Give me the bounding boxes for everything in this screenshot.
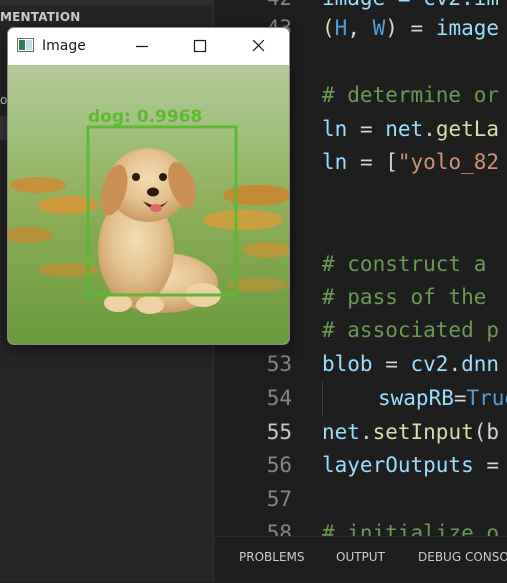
code-token: cv2 <box>410 352 449 376</box>
code-token: image = cv2.im <box>322 0 499 10</box>
maximize-button[interactable] <box>171 28 229 65</box>
code-token: . <box>448 352 462 376</box>
code-token: swapRB <box>378 386 454 410</box>
line-number: 56 <box>266 453 292 477</box>
code-token: , <box>347 16 373 40</box>
code-token: setInput <box>372 420 474 444</box>
code-token: layerOutputs <box>322 453 474 477</box>
code-comment[interactable]: # pass of the <box>322 285 499 309</box>
code-token: ) = <box>385 16 436 40</box>
code-line[interactable]: image = cv2.im <box>322 0 499 10</box>
code-line[interactable]: swapRB=True <box>378 386 507 410</box>
line-number: 58 <box>266 521 292 536</box>
explorer-header <box>0 0 213 5</box>
code-token: = <box>453 386 467 410</box>
tab-debug-console[interactable]: DEBUG CONSO <box>418 550 507 564</box>
code-token: image <box>435 16 500 40</box>
line-number: 42 <box>214 0 292 10</box>
image-canvas: dog: 0.9968 <box>8 65 289 344</box>
close-icon <box>252 39 265 52</box>
code-token: getLa <box>435 117 500 141</box>
code-token: net <box>385 117 424 141</box>
tab-output[interactable]: OUTPUT <box>336 550 385 564</box>
code-line-active[interactable]: net.setInput(b <box>322 420 499 444</box>
code-line[interactable]: ln = net.getLa <box>322 117 499 141</box>
code-token: ln <box>322 150 348 174</box>
close-button[interactable] <box>229 28 287 65</box>
app-icon <box>17 38 34 52</box>
code-token: = <box>473 453 500 477</box>
maximize-icon <box>193 39 207 53</box>
code-token: = <box>372 352 411 376</box>
line-number: 54 <box>266 386 292 410</box>
minimize-button[interactable] <box>113 28 171 65</box>
code-comment[interactable]: # initialize o <box>322 521 499 536</box>
code-text[interactable]: image = cv2.im (H, W) = image # determin… <box>322 0 507 536</box>
line-number: 53 <box>266 352 292 376</box>
code-token: "yolo_82 <box>397 150 500 174</box>
code-token: . <box>359 420 373 444</box>
code-token: ln <box>322 117 348 141</box>
code-token: = [ <box>347 150 398 174</box>
code-line[interactable]: layerOutputs = <box>322 453 499 477</box>
detection-label: dog: 0.9968 <box>88 107 202 127</box>
tab-problems[interactable]: PROBLEMS <box>239 550 305 564</box>
line-number-active: 55 <box>266 420 292 444</box>
window-titlebar[interactable]: Image <box>8 28 289 65</box>
code-token: H <box>334 16 348 40</box>
code-line[interactable]: ln = ["yolo_82 <box>322 150 499 174</box>
code-token: blob <box>322 352 373 376</box>
code-token: dnn <box>461 352 500 376</box>
explorer-section-title[interactable]: MENTATION <box>0 10 81 24</box>
line-number: 57 <box>266 487 292 511</box>
bottom-panel: PROBLEMS OUTPUT DEBUG CONSO <box>214 536 507 583</box>
code-token: True <box>466 386 507 410</box>
code-line[interactable]: (H, W) = image <box>322 16 499 40</box>
code-token: = <box>347 117 386 141</box>
code-token: net <box>322 420 360 444</box>
window-title: Image <box>42 38 86 54</box>
code-token: (b <box>473 420 500 444</box>
code-token: . <box>423 117 436 141</box>
code-line[interactable]: blob = cv2.dnn <box>322 352 499 376</box>
code-token: ( <box>322 16 335 40</box>
code-comment[interactable]: # associated p <box>322 318 499 342</box>
code-comment[interactable]: # construct a <box>322 252 499 276</box>
code-comment[interactable]: # determine or <box>322 83 499 107</box>
minimize-icon <box>136 45 148 48</box>
code-token: W <box>372 16 386 40</box>
image-window[interactable]: Image dog: 0.9968 <box>7 27 290 345</box>
